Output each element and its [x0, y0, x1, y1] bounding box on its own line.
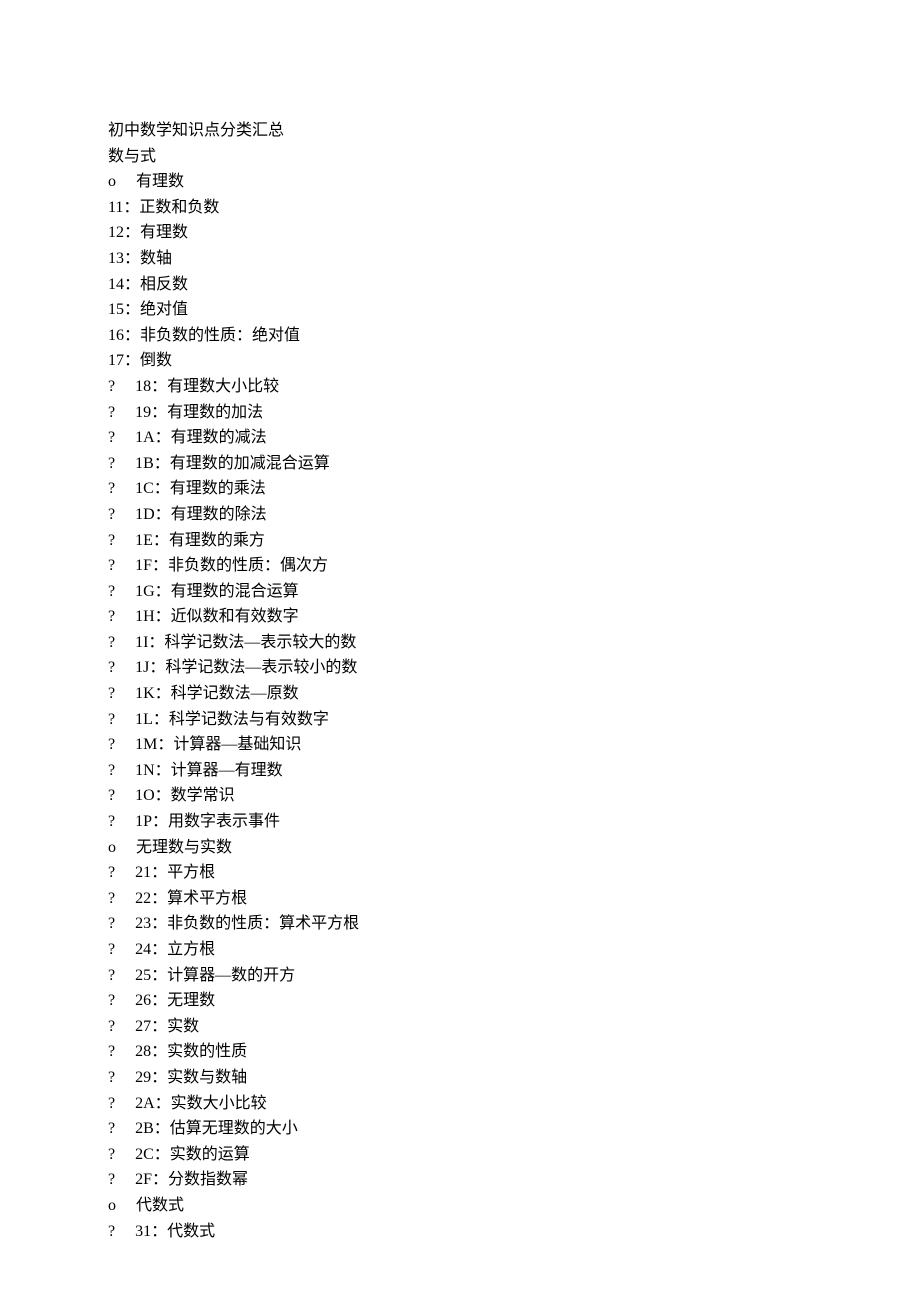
list-item: ? 19：有理数的加法: [108, 400, 920, 426]
content-lines: o 有理数11：正数和负数12：有理数13：数轴14：相反数15：绝对值16：非…: [108, 169, 920, 1244]
list-item: ? 1D：有理数的除法: [108, 502, 920, 528]
list-item: 17：倒数: [108, 348, 920, 374]
list-item: ? 28：实数的性质: [108, 1039, 920, 1065]
list-item: ? 2B：估算无理数的大小: [108, 1116, 920, 1142]
list-item: ? 18：有理数大小比较: [108, 374, 920, 400]
list-item: ? 2C：实数的运算: [108, 1142, 920, 1168]
list-item: ? 1F：非负数的性质：偶次方: [108, 553, 920, 579]
list-item: ? 1H：近似数和有效数字: [108, 604, 920, 630]
list-item: ? 1O：数学常识: [108, 783, 920, 809]
list-item: 16：非负数的性质：绝对值: [108, 323, 920, 349]
list-item: ? 31：代数式: [108, 1219, 920, 1245]
document-title: 初中数学知识点分类汇总: [108, 118, 920, 144]
list-item: ? 2A：实数大小比较: [108, 1091, 920, 1117]
document-page: 初中数学知识点分类汇总 数与式 o 有理数11：正数和负数12：有理数13：数轴…: [0, 0, 920, 1244]
list-item: ? 2F：分数指数幂: [108, 1167, 920, 1193]
list-item: ? 1L：科学记数法与有效数字: [108, 707, 920, 733]
list-item: ? 21：平方根: [108, 860, 920, 886]
list-item: ? 1K：科学记数法—原数: [108, 681, 920, 707]
list-item: ? 1A：有理数的减法: [108, 425, 920, 451]
list-item: ? 1N：计算器—有理数: [108, 758, 920, 784]
list-item: ? 23：非负数的性质：算术平方根: [108, 911, 920, 937]
list-item: ? 24：立方根: [108, 937, 920, 963]
list-item: ? 1M：计算器—基础知识: [108, 732, 920, 758]
list-item: o 有理数: [108, 169, 920, 195]
list-item: 15：绝对值: [108, 297, 920, 323]
list-item: ? 29：实数与数轴: [108, 1065, 920, 1091]
list-item: o 代数式: [108, 1193, 920, 1219]
list-item: ? 25：计算器—数的开方: [108, 963, 920, 989]
list-item: ? 27：实数: [108, 1014, 920, 1040]
list-item: ? 26：无理数: [108, 988, 920, 1014]
list-item: o 无理数与实数: [108, 835, 920, 861]
list-item: ? 1C：有理数的乘法: [108, 476, 920, 502]
list-item: 11：正数和负数: [108, 195, 920, 221]
list-item: 14：相反数: [108, 272, 920, 298]
list-item: ? 1G：有理数的混合运算: [108, 579, 920, 605]
list-item: 13：数轴: [108, 246, 920, 272]
list-item: ? 1I：科学记数法—表示较大的数: [108, 630, 920, 656]
list-item: ? 1P：用数字表示事件: [108, 809, 920, 835]
list-item: ? 22：算术平方根: [108, 886, 920, 912]
section-heading: 数与式: [108, 144, 920, 170]
list-item: ? 1E：有理数的乘方: [108, 528, 920, 554]
list-item: 12：有理数: [108, 220, 920, 246]
list-item: ? 1B：有理数的加减混合运算: [108, 451, 920, 477]
list-item: ? 1J：科学记数法—表示较小的数: [108, 655, 920, 681]
